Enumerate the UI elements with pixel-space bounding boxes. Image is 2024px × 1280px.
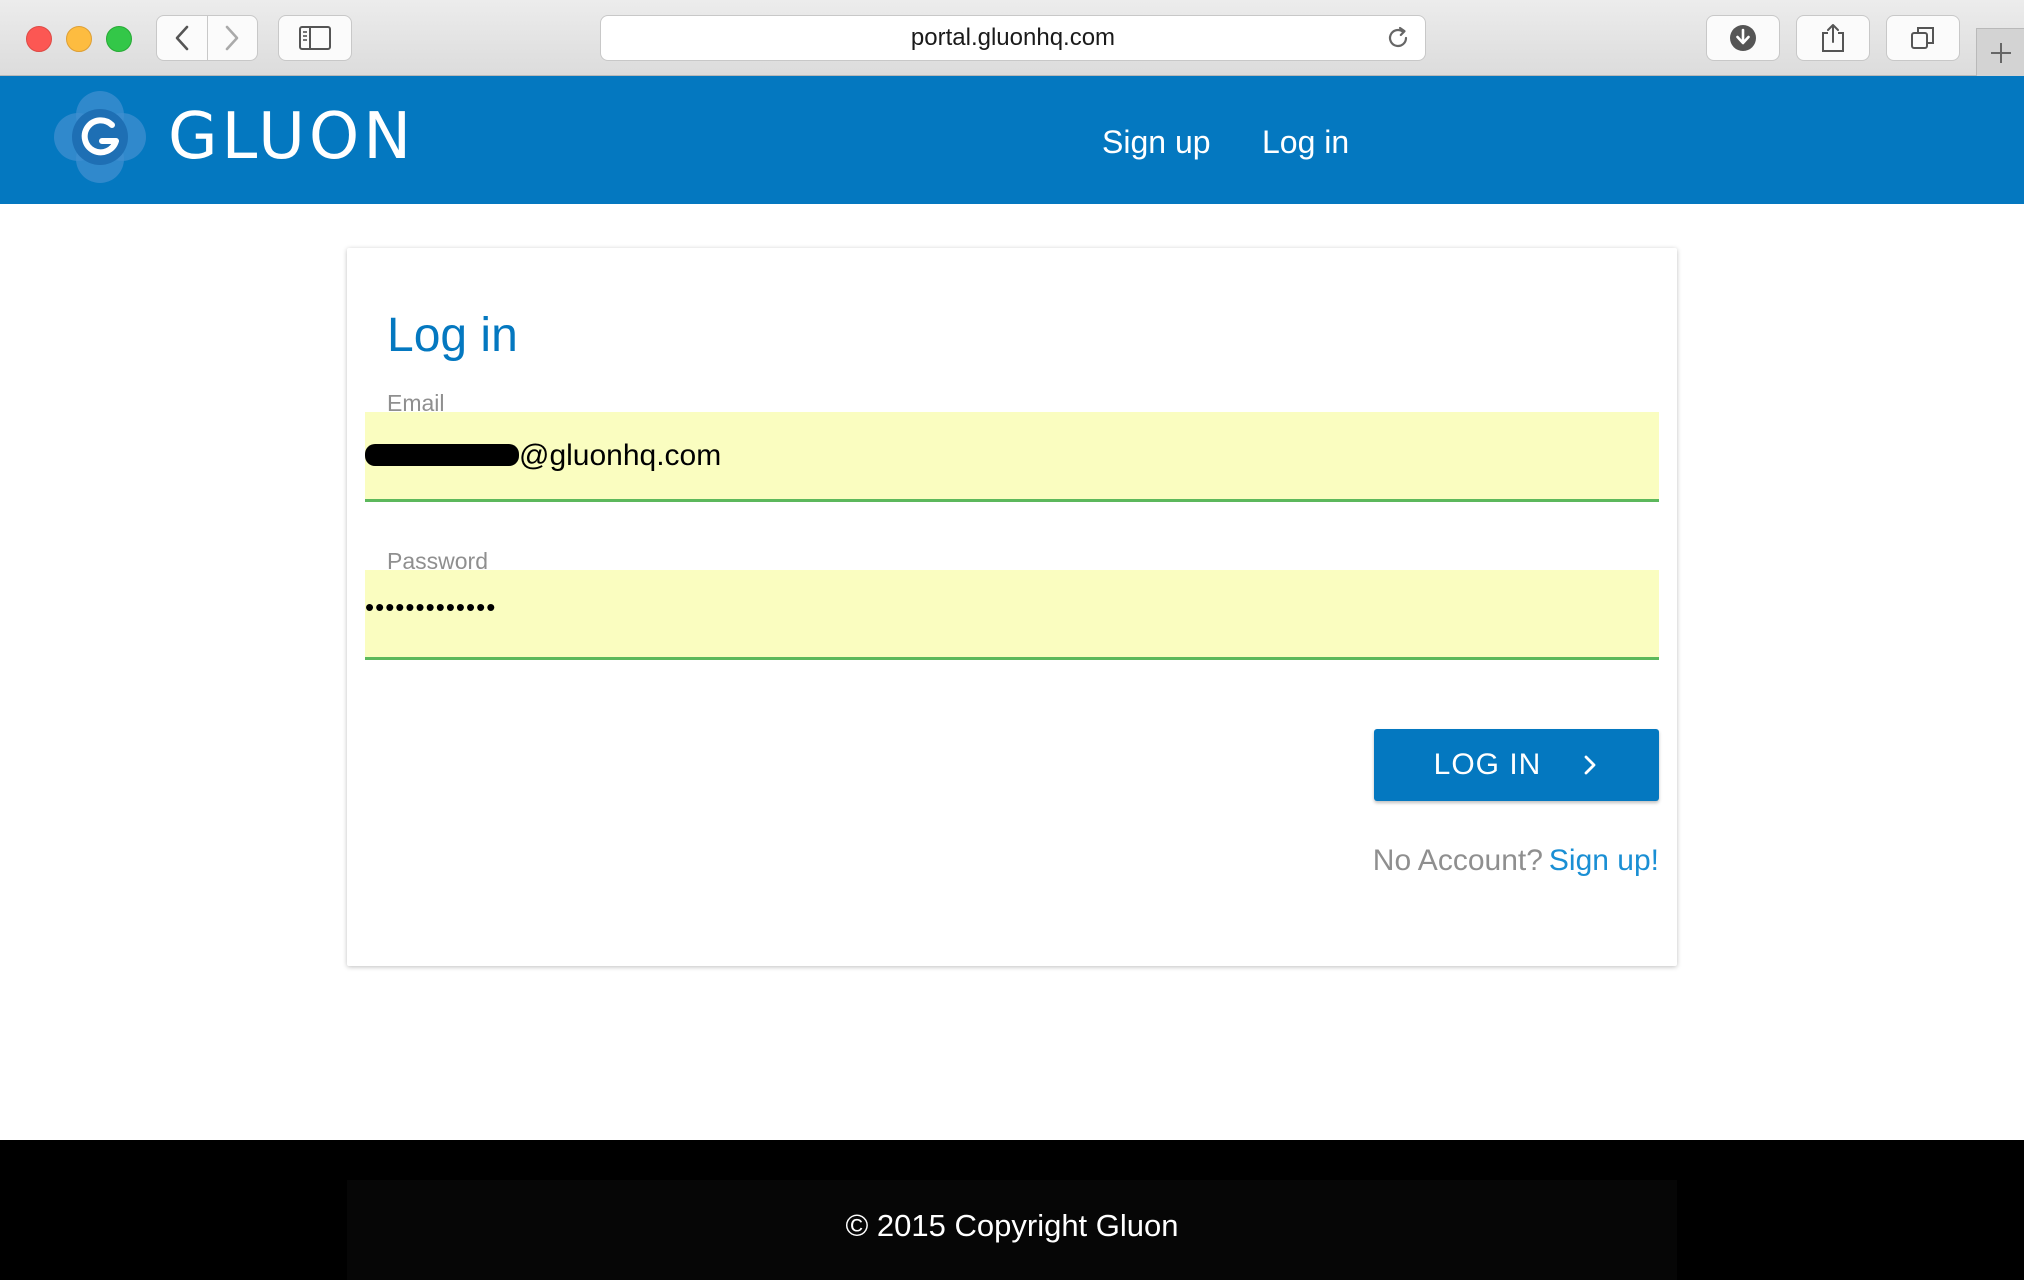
back-button[interactable] [157,16,207,60]
reload-icon[interactable] [1385,25,1411,51]
password-value: ••••••••••••• [365,592,497,622]
url-text: portal.gluonhq.com [910,24,1116,51]
sidebar-toggle-button[interactable] [278,15,352,61]
copyright-text: © 2015 Copyright Gluon [845,1208,1179,1243]
close-window-button[interactable] [26,26,52,52]
forward-button[interactable] [206,16,258,60]
chevron-right-icon [225,25,239,51]
email-domain-text: @gluonhq.com [519,439,722,472]
plus-icon [1990,42,2011,63]
show-tabs-button[interactable] [1886,15,1960,61]
tabs-icon [1911,27,1934,49]
password-field[interactable]: ••••••••••••• [365,570,1659,660]
login-submit-button[interactable]: LOG IN [1374,729,1659,801]
downloads-button[interactable] [1706,15,1780,61]
email-field[interactable]: @gluonhq.com [365,412,1659,502]
chevron-right-icon [1584,755,1596,775]
brand-wordmark: GLUON [168,100,416,174]
signup-prompt: No Account? Sign up! [1373,844,1659,878]
chevron-left-icon [175,25,189,51]
address-bar[interactable]: portal.gluonhq.com [600,15,1426,61]
site-header: GLUON Sign up Log in [0,76,2024,204]
site-footer: © 2015 Copyright Gluon [0,1140,2024,1280]
download-icon [1730,25,1756,51]
zoom-window-button[interactable] [106,26,132,52]
gluon-logo-icon [54,91,146,183]
no-account-text: No Account? [1372,844,1543,877]
share-button[interactable] [1796,15,1870,61]
nav-login-link[interactable]: Log in [1262,124,1349,161]
minimize-window-button[interactable] [66,26,92,52]
redaction-mark [365,444,519,467]
nav-signup-link[interactable]: Sign up [1102,124,1211,161]
page-title: Log in [387,309,518,362]
login-button-label: LOG IN [1433,748,1542,781]
gluon-logo[interactable]: GLUON [48,82,415,192]
email-value: @gluonhq.com [365,412,721,499]
new-tab-button[interactable] [1976,28,2024,76]
share-icon [1822,24,1844,52]
login-card: Log in Email @gluonhq.com Password •••••… [347,248,1677,966]
history-nav-group [156,15,258,61]
sidebar-icon [299,26,331,50]
signup-link[interactable]: Sign up! [1549,844,1659,877]
browser-toolbar: portal.gluonhq.com [0,0,2024,76]
